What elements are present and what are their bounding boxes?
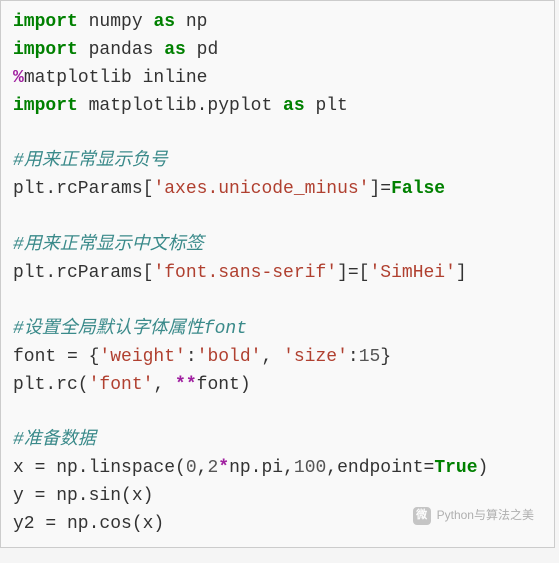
module-name: pandas	[78, 40, 164, 60]
string-literal: 'SimHei'	[369, 263, 455, 283]
blank-line	[13, 121, 542, 149]
code-text: ,	[197, 458, 208, 478]
string-literal: 'weight'	[99, 347, 185, 367]
code-line: font = {'weight':'bold', 'size':15}	[13, 344, 542, 372]
code-line: #设置全局默认字体属性font	[13, 316, 542, 344]
code-line: import pandas as pd	[13, 37, 542, 65]
watermark-text: Python与算法之美	[437, 506, 534, 525]
string-literal: 'size'	[283, 347, 348, 367]
code-text: plt.rcParams[	[13, 263, 153, 283]
code-line: x = np.linspace(0,2*np.pi,100,endpoint=T…	[13, 455, 542, 483]
watermark: 微 Python与算法之美	[413, 506, 534, 525]
wechat-icon: 微	[413, 507, 431, 525]
number-literal: 100	[294, 458, 326, 478]
module-name: numpy	[78, 12, 154, 32]
code-text: ]=[	[337, 263, 369, 283]
code-line: %matplotlib inline	[13, 65, 542, 93]
blank-line	[13, 204, 542, 232]
code-text: plt.rc(	[13, 375, 89, 395]
magic-command: matplotlib inline	[24, 68, 208, 88]
string-literal: 'axes.unicode_minus'	[153, 179, 369, 199]
code-line: import matplotlib.pyplot as plt	[13, 93, 542, 121]
operator-star: *	[218, 458, 229, 478]
code-line: plt.rc('font', **font)	[13, 372, 542, 400]
code-text: ,	[153, 375, 175, 395]
code-text: :	[348, 347, 359, 367]
code-text: ]=	[369, 179, 391, 199]
blank-line	[13, 399, 542, 427]
keyword-as: as	[153, 12, 175, 32]
code-text: font = {	[13, 347, 99, 367]
string-literal: 'font'	[89, 375, 154, 395]
string-literal: 'font.sans-serif'	[153, 263, 337, 283]
keyword-as: as	[283, 96, 305, 116]
builtin-false: False	[391, 179, 445, 199]
keyword-as: as	[164, 40, 186, 60]
code-line: import numpy as np	[13, 9, 542, 37]
comment: #设置全局默认字体属性font	[13, 319, 247, 339]
kwargs-stars: **	[175, 375, 197, 395]
comment: #用来正常显示中文标签	[13, 235, 204, 255]
code-text: y = np.sin(x)	[13, 486, 153, 506]
code-text: font)	[197, 375, 251, 395]
code-block: import numpy as np import pandas as pd %…	[0, 0, 555, 548]
keyword-import: import	[13, 40, 78, 60]
code-text: }	[380, 347, 391, 367]
string-literal: 'bold'	[197, 347, 262, 367]
code-line: plt.rcParams['axes.unicode_minus']=False	[13, 176, 542, 204]
alias: np	[175, 12, 207, 32]
builtin-true: True	[434, 458, 477, 478]
keyword-import: import	[13, 12, 78, 32]
code-text: plt.rcParams[	[13, 179, 153, 199]
alias: plt	[305, 96, 348, 116]
code-line: #用来正常显示中文标签	[13, 232, 542, 260]
blank-line	[13, 288, 542, 316]
code-text: :	[186, 347, 197, 367]
code-text: ]	[456, 263, 467, 283]
code-line: #用来正常显示负号	[13, 148, 542, 176]
code-text: x = np.linspace(	[13, 458, 186, 478]
code-text: )	[478, 458, 489, 478]
module-name: matplotlib.pyplot	[78, 96, 283, 116]
code-line: #准备数据	[13, 427, 542, 455]
magic-percent: %	[13, 68, 24, 88]
keyword-import: import	[13, 96, 78, 116]
alias: pd	[186, 40, 218, 60]
code-text: y2 = np.cos(x)	[13, 514, 164, 534]
code-text: ,endpoint=	[326, 458, 434, 478]
code-text: np.pi,	[229, 458, 294, 478]
number-literal: 0	[186, 458, 197, 478]
code-text: ,	[261, 347, 283, 367]
comment: #用来正常显示负号	[13, 151, 168, 171]
code-line: plt.rcParams['font.sans-serif']=['SimHei…	[13, 260, 542, 288]
comment: #准备数据	[13, 430, 96, 450]
number-literal: 15	[359, 347, 381, 367]
number-literal: 2	[207, 458, 218, 478]
